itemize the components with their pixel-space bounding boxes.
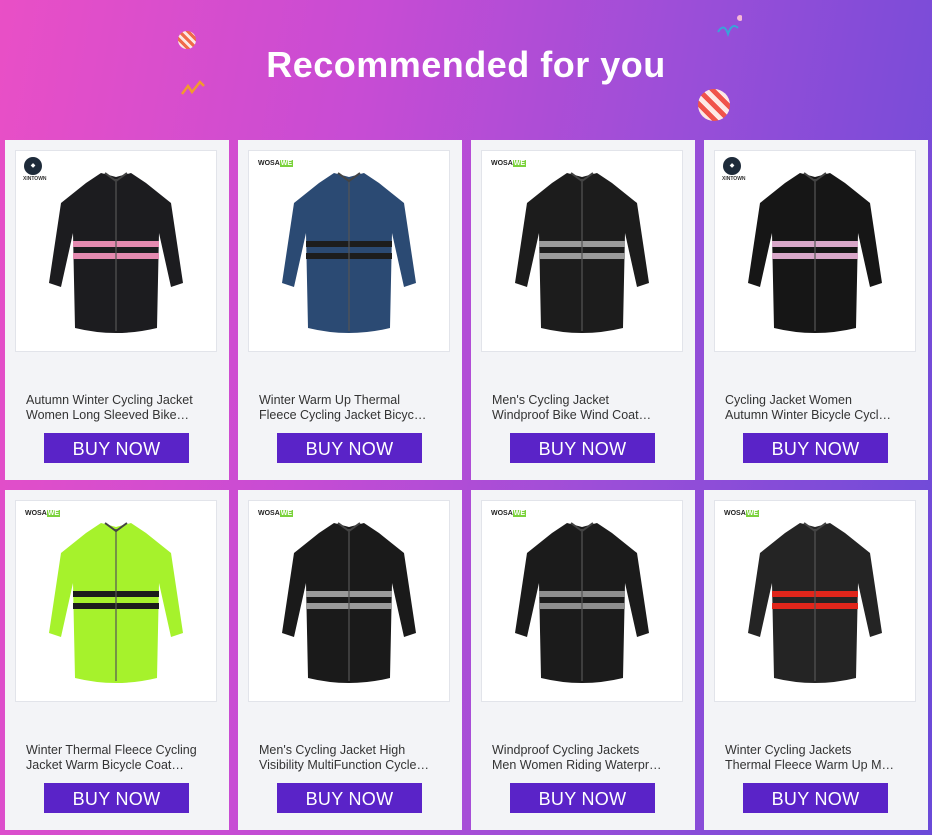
product-name[interactable]: Men's Cycling Jacket Windproof Bike Wind… xyxy=(492,393,674,423)
buy-now-button[interactable]: BUY NOW xyxy=(44,783,189,813)
product-card[interactable]: ◆ XINTOWN Autumn Winter Cycling Jacket Wo… xyxy=(5,140,229,480)
product-name-line: Autumn Winter Bicycle Cycl… xyxy=(725,408,892,422)
product-image[interactable]: ◆ XINTOWN xyxy=(715,151,915,351)
jacket-image xyxy=(515,522,649,683)
product-name-line: Fleece Cycling Jacket Bicyc… xyxy=(259,408,427,422)
buy-now-button[interactable]: BUY NOW xyxy=(743,783,888,813)
product-image[interactable]: WOSAWE xyxy=(249,151,449,351)
brand-logo: ◆ xyxy=(723,157,741,175)
product-image[interactable]: ◆ XINTOWN xyxy=(16,151,216,351)
product-name-line: Windproof Bike Wind Coat… xyxy=(492,408,652,422)
product-name-line: Winter Thermal Fleece Cycling xyxy=(26,743,197,757)
product-name-line: Jacket Warm Bicycle Coat… xyxy=(26,758,184,772)
product-name[interactable]: Cycling Jacket Women Autumn Winter Bicyc… xyxy=(725,393,907,423)
product-image[interactable]: WOSAWE xyxy=(482,151,682,351)
product-name-line: Men Women Riding Waterpr… xyxy=(492,758,662,772)
product-card[interactable]: WOSAWE Winter Thermal Fleece Cycling Jac… xyxy=(5,490,229,830)
product-card[interactable]: ◆ XINTOWN Cycling Jacket Women Autumn Win… xyxy=(704,140,928,480)
product-name-line: Autumn Winter Cycling Jacket xyxy=(26,393,193,407)
brand-logo: WOSAWE xyxy=(25,510,61,517)
product-image[interactable]: WOSAWE xyxy=(16,501,216,701)
brand-logo: WOSAWE xyxy=(491,510,527,517)
product-name-line: Thermal Fleece Warm Up M… xyxy=(725,758,895,772)
brand-name: XINTOWN xyxy=(23,176,47,182)
product-name-line: Men's Cycling Jacket High xyxy=(259,743,406,757)
jacket-image xyxy=(748,522,882,683)
product-image[interactable]: WOSAWE xyxy=(482,501,682,701)
jacket-image xyxy=(282,522,416,683)
product-card[interactable]: WOSAWE Men's Cycling Jacket Windproof Bi… xyxy=(471,140,695,480)
buy-now-button[interactable]: BUY NOW xyxy=(277,783,422,813)
product-name[interactable]: Men's Cycling Jacket High Visibility Mul… xyxy=(259,743,441,773)
confetti-icon xyxy=(717,15,742,38)
product-name-line: Winter Cycling Jackets xyxy=(725,743,852,757)
jacket-image xyxy=(515,172,649,333)
buy-now-button[interactable]: BUY NOW xyxy=(510,783,655,813)
product-image[interactable]: WOSAWE xyxy=(249,501,449,701)
product-name[interactable]: Winter Cycling Jackets Thermal Fleece Wa… xyxy=(725,743,907,773)
product-name[interactable]: Winter Thermal Fleece Cycling Jacket War… xyxy=(26,743,208,773)
buy-now-button[interactable]: BUY NOW xyxy=(44,433,189,463)
buy-now-button[interactable]: BUY NOW xyxy=(743,433,888,463)
brand-logo: WOSAWE xyxy=(258,160,294,167)
jacket-image xyxy=(49,172,183,333)
product-image[interactable]: WOSAWE xyxy=(715,501,915,701)
brand-logo: WOSAWE xyxy=(491,160,527,167)
brand-logo: ◆ xyxy=(24,157,42,175)
buy-now-button[interactable]: BUY NOW xyxy=(277,433,422,463)
product-card[interactable]: WOSAWE Winter Warm Up Thermal Fleece Cyc… xyxy=(238,140,462,480)
buy-now-button[interactable]: BUY NOW xyxy=(510,433,655,463)
product-name-line: Windproof Cycling Jackets xyxy=(492,743,640,757)
product-card[interactable]: WOSAWE Winter Cycling Jackets Thermal Fl… xyxy=(704,490,928,830)
product-name-line: Women Long Sleeved Bike… xyxy=(26,408,190,422)
decorative-ball xyxy=(698,89,730,121)
product-card[interactable]: WOSAWE Windproof Cycling Jackets Men Wom… xyxy=(471,490,695,830)
jacket-image xyxy=(282,172,416,333)
product-name-line: Men's Cycling Jacket xyxy=(492,393,610,407)
jacket-image xyxy=(49,522,183,683)
product-name[interactable]: Winter Warm Up Thermal Fleece Cycling Ja… xyxy=(259,393,441,423)
product-name[interactable]: Windproof Cycling Jackets Men Women Ridi… xyxy=(492,743,674,773)
product-name[interactable]: Autumn Winter Cycling Jacket Women Long … xyxy=(26,393,208,423)
brand-logo: WOSAWE xyxy=(258,510,294,517)
product-name-line: Winter Warm Up Thermal xyxy=(259,393,400,407)
page-title: Recommended for you xyxy=(266,44,666,85)
product-card[interactable]: WOSAWE Men's Cycling Jacket High Visibil… xyxy=(238,490,462,830)
jacket-image xyxy=(748,172,882,333)
brand-name: XINTOWN xyxy=(722,176,746,182)
product-name-line: Cycling Jacket Women xyxy=(725,393,852,407)
product-name-line: Visibility MultiFunction Cycle… xyxy=(259,758,429,772)
brand-logo: WOSAWE xyxy=(724,510,760,517)
